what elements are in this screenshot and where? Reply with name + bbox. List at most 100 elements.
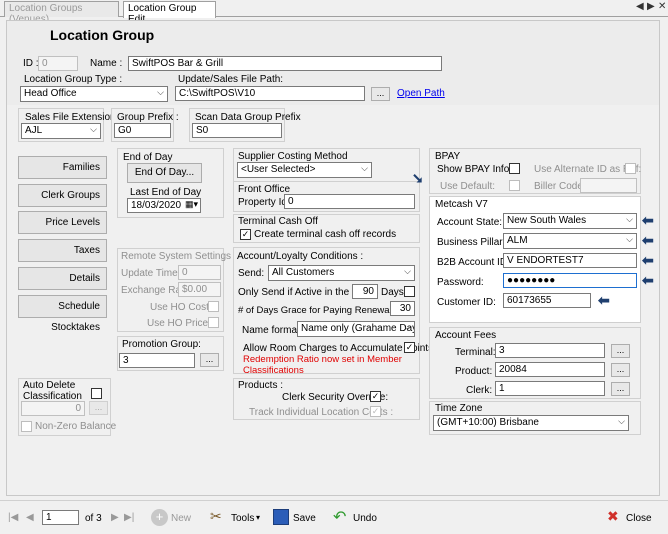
end-of-day-label: End of Day bbox=[123, 152, 173, 163]
last-page-icon[interactable]: ▶| bbox=[124, 512, 134, 523]
product-fee-browse-button[interactable]: ... bbox=[611, 363, 630, 377]
supplier-costing-select[interactable]: <User Selected> ⌵ bbox=[237, 162, 372, 178]
group-prefix-label: Group Prefix : bbox=[117, 112, 179, 123]
alt-id-checkbox bbox=[625, 163, 636, 174]
clerk-override-checkbox[interactable]: ✓ bbox=[370, 391, 381, 402]
chevron-down-icon: ⌵ bbox=[361, 163, 368, 173]
schedule-stocktakes-button[interactable]: Schedule Stocktakes bbox=[18, 295, 107, 333]
clerk-fee-field[interactable]: 1 bbox=[495, 381, 605, 396]
tools-button[interactable]: Tools bbox=[231, 513, 254, 524]
chevron-down-icon: ⌵ bbox=[626, 234, 633, 244]
active-checkbox[interactable] bbox=[404, 286, 415, 297]
timezone-select[interactable]: (GMT+10:00) Brisbane ⌵ bbox=[433, 415, 629, 431]
password-field[interactable]: ●●●●●●●● bbox=[503, 273, 637, 288]
bpay-label: BPAY bbox=[435, 151, 461, 162]
redemption-note: Redemption Ratio now set in Member Class… bbox=[243, 354, 402, 376]
use-default-checkbox bbox=[509, 180, 520, 191]
clerk-fee-browse-button[interactable]: ... bbox=[611, 382, 630, 396]
first-page-icon[interactable]: |◀ bbox=[8, 512, 18, 523]
annotation-arrow-left-icon: ⬅ bbox=[642, 252, 654, 268]
business-pillar-label: Business Pillar: bbox=[437, 237, 506, 248]
new-button[interactable]: New bbox=[171, 513, 191, 524]
supplier-costing-label: Supplier Costing Method bbox=[238, 151, 348, 162]
name-format-select[interactable]: Name only (Grahame Day) ⌵ bbox=[297, 321, 415, 337]
cashoff-checkbox[interactable]: ✓ bbox=[240, 229, 251, 240]
sales-ext-label: Sales File Extension bbox=[25, 112, 116, 123]
last-end-of-day-field[interactable]: 18/03/2020 ▦▾ bbox=[127, 198, 201, 213]
send-label: Send: bbox=[238, 268, 265, 279]
chevron-down-icon: ⌵ bbox=[404, 322, 411, 332]
customer-id-field[interactable]: 60173655 bbox=[503, 293, 591, 308]
show-bpay-checkbox[interactable] bbox=[509, 163, 520, 174]
grace-field[interactable]: 30 bbox=[390, 301, 415, 316]
annotation-arrow-left-icon: ⬅ bbox=[598, 292, 610, 308]
business-pillar-value: ALM bbox=[507, 235, 528, 246]
price-levels-button[interactable]: Price Levels bbox=[18, 211, 107, 234]
customer-id-label: Customer ID: bbox=[437, 297, 496, 308]
open-path-link[interactable]: Open Path bbox=[397, 88, 445, 99]
auto-delete-checkbox[interactable] bbox=[91, 388, 102, 399]
chevron-down-icon: ⌵ bbox=[626, 214, 633, 224]
group-type-select[interactable]: Head Office ⌵ bbox=[20, 86, 168, 102]
send-select[interactable]: All Customers ⌵ bbox=[268, 265, 415, 281]
chevron-down-icon: ⌵ bbox=[618, 416, 625, 426]
save-button[interactable]: Save bbox=[293, 513, 316, 524]
account-state-select[interactable]: New South Wales ⌵ bbox=[503, 213, 637, 229]
page-count: of 3 bbox=[85, 513, 102, 524]
terminal-fee-browse-button[interactable]: ... bbox=[611, 344, 630, 358]
prev-page-icon[interactable]: ◀ bbox=[26, 512, 34, 523]
scan-prefix-field[interactable]: S0 bbox=[192, 123, 282, 138]
annotation-arrow-left-icon: ⬅ bbox=[642, 272, 654, 288]
scroll-left-icon[interactable]: ◀ bbox=[636, 1, 644, 12]
sales-ext-select[interactable]: AJL ⌵ bbox=[21, 123, 101, 139]
terminal-fee-field[interactable]: 3 bbox=[495, 343, 605, 358]
tab-location-groups[interactable]: Location Groups (Venues) bbox=[4, 1, 119, 25]
scan-prefix-label: Scan Data Group Prefix bbox=[195, 112, 301, 123]
auto-delete-browse-button: ... bbox=[89, 401, 108, 415]
undo-button[interactable]: Undo bbox=[353, 513, 377, 524]
details-button[interactable]: Details bbox=[18, 267, 107, 290]
use-default-label: Use Default: bbox=[440, 181, 496, 192]
families-button[interactable]: Families bbox=[18, 156, 107, 179]
promotion-group-field[interactable]: 3 bbox=[119, 353, 195, 368]
new-icon: + bbox=[151, 509, 168, 526]
close-button[interactable]: Close bbox=[626, 513, 652, 524]
name-format-label: Name format: bbox=[242, 325, 303, 336]
id-field: 0 bbox=[38, 56, 78, 71]
timezone-label: Time Zone bbox=[435, 403, 483, 414]
calendar-icon[interactable]: ▦▾ bbox=[185, 199, 198, 210]
undo-icon: ↶ bbox=[333, 509, 347, 526]
biller-code-label: Biller Code: bbox=[534, 181, 586, 192]
id-label: ID : bbox=[23, 58, 39, 69]
business-pillar-select[interactable]: ALM ⌵ bbox=[503, 233, 637, 249]
name-field[interactable]: SwiftPOS Bar & Grill bbox=[128, 56, 442, 71]
page-number-field[interactable]: 1 bbox=[42, 510, 79, 525]
last-end-of-day-value: 18/03/2020 bbox=[131, 200, 182, 211]
promotion-group-label: Promotion Group: bbox=[122, 339, 201, 350]
last-end-of-day-label: Last End of Day bbox=[130, 187, 202, 198]
use-ho-costs-checkbox bbox=[208, 301, 219, 312]
product-fee-field[interactable]: 20084 bbox=[495, 362, 605, 377]
account-state-label: Account State: bbox=[437, 217, 503, 228]
save-icon bbox=[273, 509, 289, 525]
password-label: Password: bbox=[437, 277, 484, 288]
browse-path-button[interactable]: ... bbox=[371, 87, 390, 101]
b2b-account-field[interactable]: V ENDORTEST7 bbox=[503, 253, 637, 268]
next-page-icon[interactable]: ▶ bbox=[111, 512, 119, 523]
update-path-field[interactable]: C:\SwiftPOS\V10 bbox=[175, 86, 365, 101]
scroll-right-icon[interactable]: ▶ bbox=[647, 1, 655, 12]
property-id-field[interactable]: 0 bbox=[284, 194, 415, 209]
supplier-costing-value: <User Selected> bbox=[241, 164, 316, 175]
chevron-down-icon: ▾ bbox=[256, 513, 261, 522]
allow-room-checkbox[interactable]: ✓ bbox=[404, 342, 415, 353]
page-title: Location Group bbox=[50, 27, 155, 43]
clerk-groups-button[interactable]: Clerk Groups bbox=[18, 184, 107, 207]
close-tab-icon[interactable]: ✕ bbox=[658, 1, 666, 12]
end-of-day-button[interactable]: End Of Day... bbox=[127, 163, 202, 183]
taxes-button[interactable]: Taxes bbox=[18, 239, 107, 262]
promotion-browse-button[interactable]: ... bbox=[200, 353, 219, 367]
active-days-field[interactable]: 90 bbox=[352, 284, 378, 299]
group-prefix-field[interactable]: G0 bbox=[114, 123, 171, 138]
tab-strip: Location Groups (Venues) Location Group … bbox=[0, 0, 668, 25]
tab-location-group-edit[interactable]: Location Group Edit bbox=[123, 1, 216, 25]
